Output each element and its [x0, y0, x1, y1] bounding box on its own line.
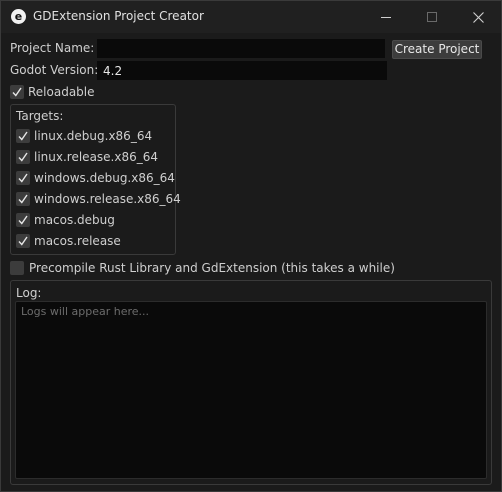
- project-name-label: Project Name:: [10, 41, 95, 55]
- maximize-icon: [427, 12, 437, 22]
- checkmark-icon: [18, 152, 28, 162]
- target-label-macos-debug: macos.debug: [34, 213, 115, 227]
- project-name-input[interactable]: [97, 39, 385, 58]
- window-title: GDExtension Project Creator: [33, 9, 204, 23]
- target-checkbox-windows-release[interactable]: [16, 192, 30, 206]
- close-button[interactable]: [455, 1, 501, 33]
- minimize-button[interactable]: [363, 1, 409, 33]
- target-label-windows-debug: windows.debug.x86_64: [34, 171, 175, 185]
- target-label-macos-release: macos.release: [34, 234, 121, 248]
- target-checkbox-macos-debug[interactable]: [16, 213, 30, 227]
- checkmark-icon: [18, 131, 28, 141]
- godot-version-input[interactable]: [97, 61, 387, 80]
- checkmark-icon: [18, 194, 28, 204]
- reloadable-checkbox[interactable]: [10, 85, 24, 99]
- log-placeholder: Logs will appear here...: [21, 305, 150, 318]
- create-project-button[interactable]: Create Project: [392, 40, 482, 59]
- reloadable-label: Reloadable: [28, 85, 95, 99]
- title-bar[interactable]: e GDExtension Project Creator: [1, 1, 501, 33]
- target-checkbox-linux-release[interactable]: [16, 150, 30, 164]
- target-checkbox-windows-debug[interactable]: [16, 171, 30, 185]
- target-label-linux-debug: linux.debug.x86_64: [34, 129, 153, 143]
- checkmark-icon: [18, 173, 28, 183]
- maximize-button[interactable]: [409, 1, 455, 33]
- targets-heading: Targets:: [16, 109, 64, 123]
- checkmark-icon: [18, 236, 28, 246]
- target-label-windows-release: windows.release.x86_64: [34, 192, 181, 206]
- log-textarea[interactable]: Logs will appear here...: [15, 301, 487, 479]
- target-checkbox-linux-debug[interactable]: [16, 129, 30, 143]
- checkmark-icon: [18, 215, 28, 225]
- precompile-label: Precompile Rust Library and GdExtension …: [29, 261, 395, 275]
- minimize-icon: [381, 16, 391, 18]
- app-logo-icon: e: [11, 9, 26, 24]
- target-label-linux-release: linux.release.x86_64: [34, 150, 159, 164]
- app-window: e GDExtension Project Creator Project Na…: [0, 0, 502, 492]
- godot-version-label: Godot Version:: [10, 63, 99, 77]
- precompile-checkbox[interactable]: [10, 261, 24, 275]
- close-icon: [472, 11, 484, 23]
- log-heading: Log:: [16, 286, 42, 300]
- checkmark-icon: [12, 87, 22, 97]
- target-checkbox-macos-release[interactable]: [16, 234, 30, 248]
